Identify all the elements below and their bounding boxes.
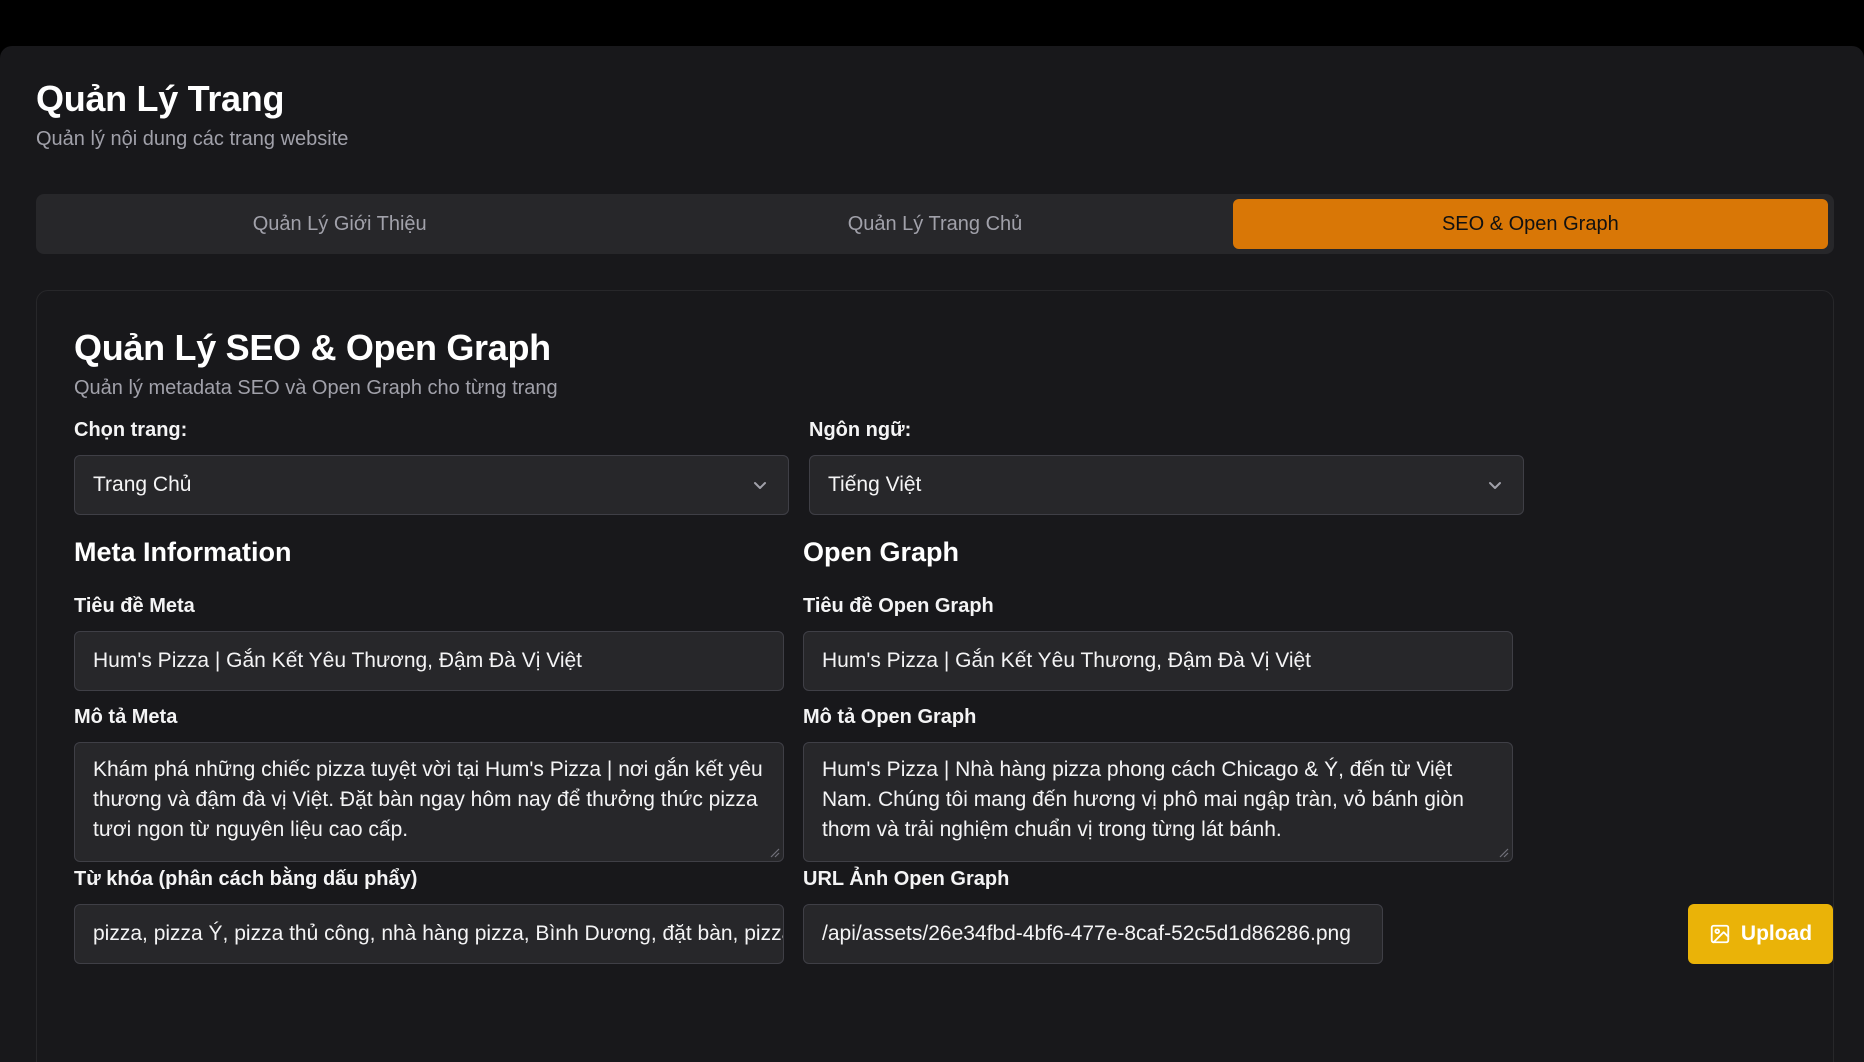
- meta-section-title: Meta Information: [74, 537, 292, 567]
- meta-description-label: Mô tả Meta: [74, 706, 178, 728]
- page-select-label: Chọn trang:: [74, 419, 188, 441]
- keywords-input[interactable]: pizza, pizza Ý, pizza thủ công, nhà hàng…: [74, 904, 784, 964]
- language-select-label: Ngôn ngữ:: [809, 419, 912, 441]
- meta-title-label: Tiêu đề Meta: [74, 595, 195, 617]
- language-select-value: Tiếng Việt: [828, 473, 922, 496]
- meta-description-textarea[interactable]: Khám phá những chiếc pizza tuyệt vời tại…: [74, 742, 784, 862]
- chevron-down-icon: [754, 482, 766, 489]
- og-description-label: Mô tả Open Graph: [803, 706, 977, 728]
- og-image-label: URL Ảnh Open Graph: [803, 868, 1010, 890]
- seo-card: Quản Lý SEO & Open Graph Quản lý metadat…: [36, 290, 1834, 1062]
- og-description-textarea[interactable]: Hum's Pizza | Nhà hàng pizza phong cách …: [803, 742, 1513, 862]
- page-title: Quản Lý Trang: [36, 78, 285, 119]
- og-image-url-input[interactable]: /api/assets/26e34fbd-4bf6-477e-8caf-52c5…: [803, 904, 1383, 964]
- og-title-input[interactable]: Hum's Pizza | Gắn Kết Yêu Thương, Đậm Đà…: [803, 631, 1513, 691]
- page-select[interactable]: Trang Chủ: [74, 455, 789, 515]
- image-icon: [1710, 924, 1730, 944]
- page-select-value: Trang Chủ: [93, 473, 192, 496]
- og-description-text: Hum's Pizza | Nhà hàng pizza phong cách …: [822, 758, 1464, 841]
- tab-homepage[interactable]: Quản Lý Trang Chủ: [637, 199, 1232, 249]
- tab-about[interactable]: Quản Lý Giới Thiệu: [42, 199, 637, 249]
- keywords-label: Từ khóa (phân cách bằng dấu phẩy): [74, 868, 418, 890]
- card-title: Quản Lý SEO & Open Graph: [74, 327, 551, 368]
- resize-handle-icon[interactable]: [768, 846, 780, 858]
- language-select[interactable]: Tiếng Việt: [809, 455, 1524, 515]
- upload-button-label: Upload: [1740, 922, 1813, 945]
- card-subtitle: Quản lý metadata SEO và Open Graph cho t…: [74, 377, 558, 399]
- upload-button[interactable]: Upload: [1688, 904, 1833, 964]
- og-section-title: Open Graph: [803, 537, 960, 567]
- meta-title-input[interactable]: Hum's Pizza | Gắn Kết Yêu Thương, Đậm Đà…: [74, 631, 784, 691]
- og-title-label: Tiêu đề Open Graph: [803, 595, 994, 617]
- page-subtitle: Quản lý nội dung các trang website: [36, 128, 349, 150]
- resize-handle-icon[interactable]: [1497, 846, 1509, 858]
- tab-seo-open-graph[interactable]: SEO & Open Graph: [1232, 199, 1828, 249]
- chevron-down-icon: [1489, 482, 1501, 489]
- meta-description-text: Khám phá những chiếc pizza tuyệt vời tại…: [93, 758, 763, 841]
- app-window: Quản Lý Trang Quản lý nội dung các trang…: [0, 46, 1864, 1062]
- tab-bar: Quản Lý Giới Thiệu Quản Lý Trang Chủ SEO…: [36, 194, 1834, 254]
